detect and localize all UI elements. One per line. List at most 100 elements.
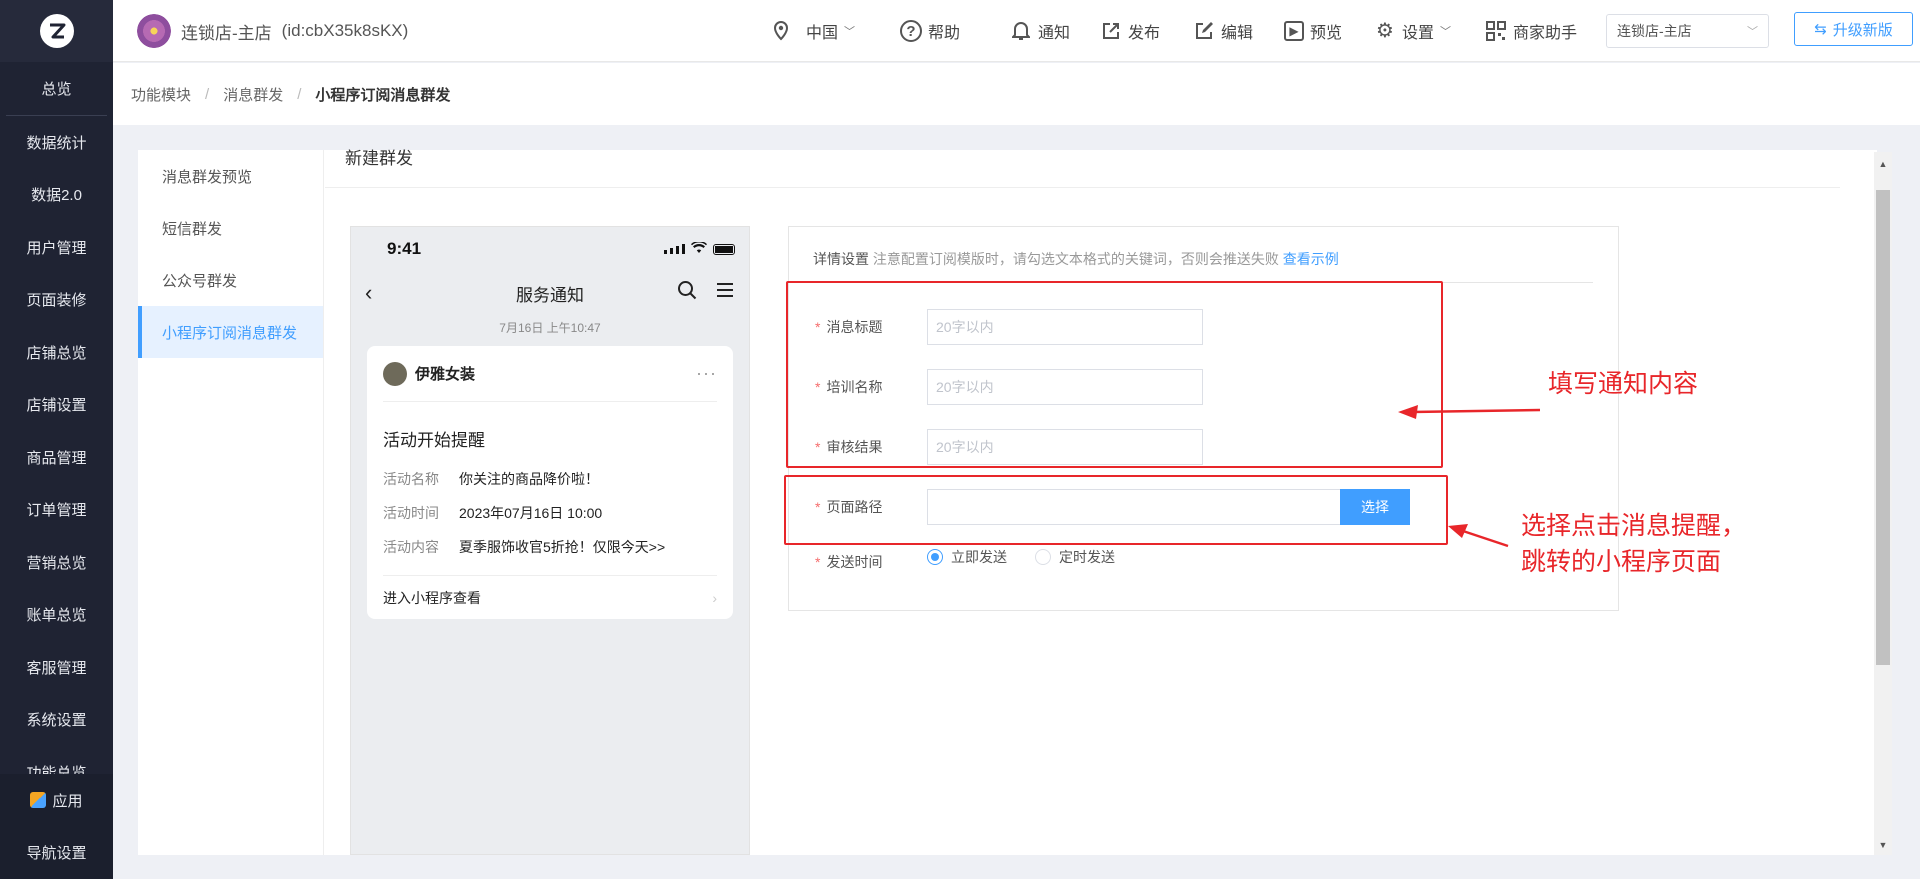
sidebar-item-store-overview[interactable]: 店铺总览	[0, 326, 113, 379]
shop-name: 连锁店-主店	[181, 23, 272, 43]
annotation-choose-line2: 跳转的小程序页面	[1521, 547, 1722, 576]
upgrade-button[interactable]: ⇆ 升级新版	[1794, 12, 1913, 46]
settings-button[interactable]: ⚙ 设置 ﹀	[1374, 0, 1451, 62]
breadcrumb-item-modules[interactable]: 功能模块	[131, 84, 191, 105]
phone-status-bar: 9:41	[351, 227, 749, 271]
chevron-down-icon: ﹀	[844, 26, 856, 38]
chevron-down-icon: ﹀	[1747, 26, 1758, 38]
panel-title: 新建群发	[345, 149, 413, 168]
location-pin-icon	[770, 20, 792, 42]
field-label: 发送时间	[826, 554, 883, 570]
sidebar-item-store-settings[interactable]: 店铺设置	[0, 379, 113, 432]
message-row-key: 活动时间	[383, 505, 439, 521]
sidebar-item-data-stats[interactable]: 数据统计	[0, 116, 113, 169]
breadcrumb-item-current: 小程序订阅消息群发	[315, 86, 451, 104]
preview-button[interactable]: ▶ 预览	[1284, 0, 1342, 62]
app-logo[interactable]	[0, 0, 113, 62]
upgrade-label: 升级新版	[1832, 21, 1893, 39]
sub-navigation: 消息群发预览 短信群发 公众号群发 小程序订阅消息群发	[138, 150, 324, 855]
battery-icon	[713, 243, 735, 255]
subnav-item-official-account[interactable]: 公众号群发	[138, 254, 323, 306]
content-scrollbar[interactable]: ▲ ▼	[1874, 152, 1892, 855]
qrcode-icon	[1485, 20, 1507, 42]
subnav-item-mini-program[interactable]: 小程序订阅消息群发	[138, 306, 323, 358]
breadcrumb-separator: /	[297, 85, 302, 103]
help-label: 帮助	[928, 25, 961, 42]
scrollbar-thumb[interactable]	[1876, 190, 1890, 665]
message-row-key: 活动名称	[383, 471, 439, 487]
sender-name: 伊雅女装	[415, 366, 476, 383]
annotation-choose-line1: 选择点击消息提醒，	[1521, 511, 1747, 540]
tip-text: 注意配置订阅模版时，请勾选文本格式的关键词，否则会推送失败	[872, 251, 1279, 267]
radio-send-scheduled[interactable]: 定时发送	[1035, 547, 1115, 567]
sidebar-item-products[interactable]: 商品管理	[0, 431, 113, 484]
sidebar-nav-settings[interactable]: 导航设置	[0, 826, 113, 879]
sidebar-item-customer-service[interactable]: 客服管理	[0, 641, 113, 694]
sidebar-item-marketing[interactable]: 营销总览	[0, 536, 113, 589]
bell-icon	[1010, 20, 1032, 42]
sidebar-item-overview[interactable]: 总览	[6, 62, 107, 116]
scroll-down-icon[interactable]: ▼	[1874, 837, 1892, 853]
publish-label: 发布	[1128, 25, 1161, 42]
shop-avatar	[137, 14, 171, 48]
message-row: 活动内容 夏季服饰收官5折抢！仅限今天>>	[383, 537, 717, 557]
phone-preview: 9:41 ‹ 服务通知 7月16日 上午10:47 伊雅女装 ··· 活动开始提…	[350, 226, 750, 855]
assistant-label: 商家助手	[1513, 25, 1578, 42]
scroll-up-icon[interactable]: ▲	[1874, 156, 1892, 172]
breadcrumb-separator: /	[205, 85, 210, 103]
sidebar-item-page-decor[interactable]: 页面装修	[0, 274, 113, 327]
preview-label: 预览	[1310, 25, 1343, 42]
top-bar: 连锁店-主店 (id:cbX35k8sKX) 中国 ﹀ ? 帮助 通知 发布 编…	[113, 0, 1920, 62]
open-mini-program-link: 进入小程序查看 ›	[383, 575, 717, 619]
notice-button[interactable]: 通知	[1010, 0, 1070, 62]
annotation-fill-content: 填写通知内容	[1548, 369, 1699, 398]
sidebar-item-users[interactable]: 用户管理	[0, 221, 113, 274]
message-row: 活动时间 2023年07月16日 10:00	[383, 503, 717, 523]
radio-checked-icon	[927, 549, 943, 565]
sidebar-item-data-2[interactable]: 数据2.0	[0, 169, 113, 222]
help-button[interactable]: ? 帮助	[900, 0, 960, 62]
breadcrumb-item-mass-message[interactable]: 消息群发	[223, 84, 283, 105]
notice-label: 通知	[1038, 25, 1071, 42]
view-example-link[interactable]: 查看示例	[1283, 251, 1339, 267]
assistant-button[interactable]: 商家助手	[1485, 0, 1577, 62]
tip-label: 详情设置	[813, 251, 869, 267]
message-row-value: 2023年07月16日 10:00	[459, 505, 603, 521]
edit-button[interactable]: 编辑	[1193, 0, 1253, 62]
message-row: 活动名称 你关注的商品降价啦！	[383, 469, 717, 489]
message-row-value: 你关注的商品降价啦！	[459, 471, 599, 487]
message-row-key: 活动内容	[383, 539, 439, 555]
gear-icon: ⚙	[1376, 20, 1394, 42]
publish-icon	[1100, 20, 1122, 42]
region-selector[interactable]: 中国 ﹀	[770, 0, 855, 62]
chevron-right-icon: ›	[712, 589, 717, 606]
phone-nav-bar: ‹ 服务通知	[351, 271, 749, 315]
breadcrumb: 功能模块 / 消息群发 / 小程序订阅消息群发	[113, 63, 1920, 125]
message-title: 活动开始提醒	[383, 431, 485, 450]
store-select[interactable]: 连锁店-主店 ﹀	[1606, 14, 1769, 48]
phone-title: 服务通知	[516, 285, 584, 305]
region-label: 中国	[806, 25, 839, 42]
message-header: 伊雅女装 ···	[383, 346, 717, 402]
publish-button[interactable]: 发布	[1100, 0, 1160, 62]
main-sidebar: 总览 数据统计 数据2.0 用户管理 页面装修 店铺总览 店铺设置 商品管理 订…	[0, 0, 113, 879]
sidebar-item-system[interactable]: 系统设置	[0, 694, 113, 747]
sidebar-apps[interactable]: 应用	[0, 774, 113, 827]
signal-icon	[664, 244, 685, 254]
required-mark: *	[815, 554, 821, 570]
sidebar-item-billing[interactable]: 账单总览	[0, 589, 113, 642]
message-card: 伊雅女装 ··· 活动开始提醒 活动名称 你关注的商品降价啦！ 活动时间 202…	[367, 346, 733, 619]
sender-avatar	[383, 361, 407, 386]
radio-send-now[interactable]: 立即发送	[927, 547, 1007, 567]
shop-info: 连锁店-主店 (id:cbX35k8sKX)	[137, 14, 408, 48]
sidebar-item-orders[interactable]: 订单管理	[0, 484, 113, 537]
subnav-item-preview[interactable]: 消息群发预览	[138, 150, 323, 202]
settings-label: 设置	[1402, 25, 1435, 42]
field-send-time: * 发送时间 立即发送 定时发送	[815, 549, 1143, 572]
switch-icon: ⇆	[1814, 21, 1827, 38]
panel-header: 新建群发	[325, 149, 1840, 188]
chevron-down-icon: ﹀	[1440, 26, 1452, 38]
message-row-value: 夏季服饰收官5折抢！仅限今天>>	[459, 539, 666, 555]
subnav-item-sms[interactable]: 短信群发	[138, 202, 323, 254]
radio-label: 立即发送	[951, 549, 1007, 565]
